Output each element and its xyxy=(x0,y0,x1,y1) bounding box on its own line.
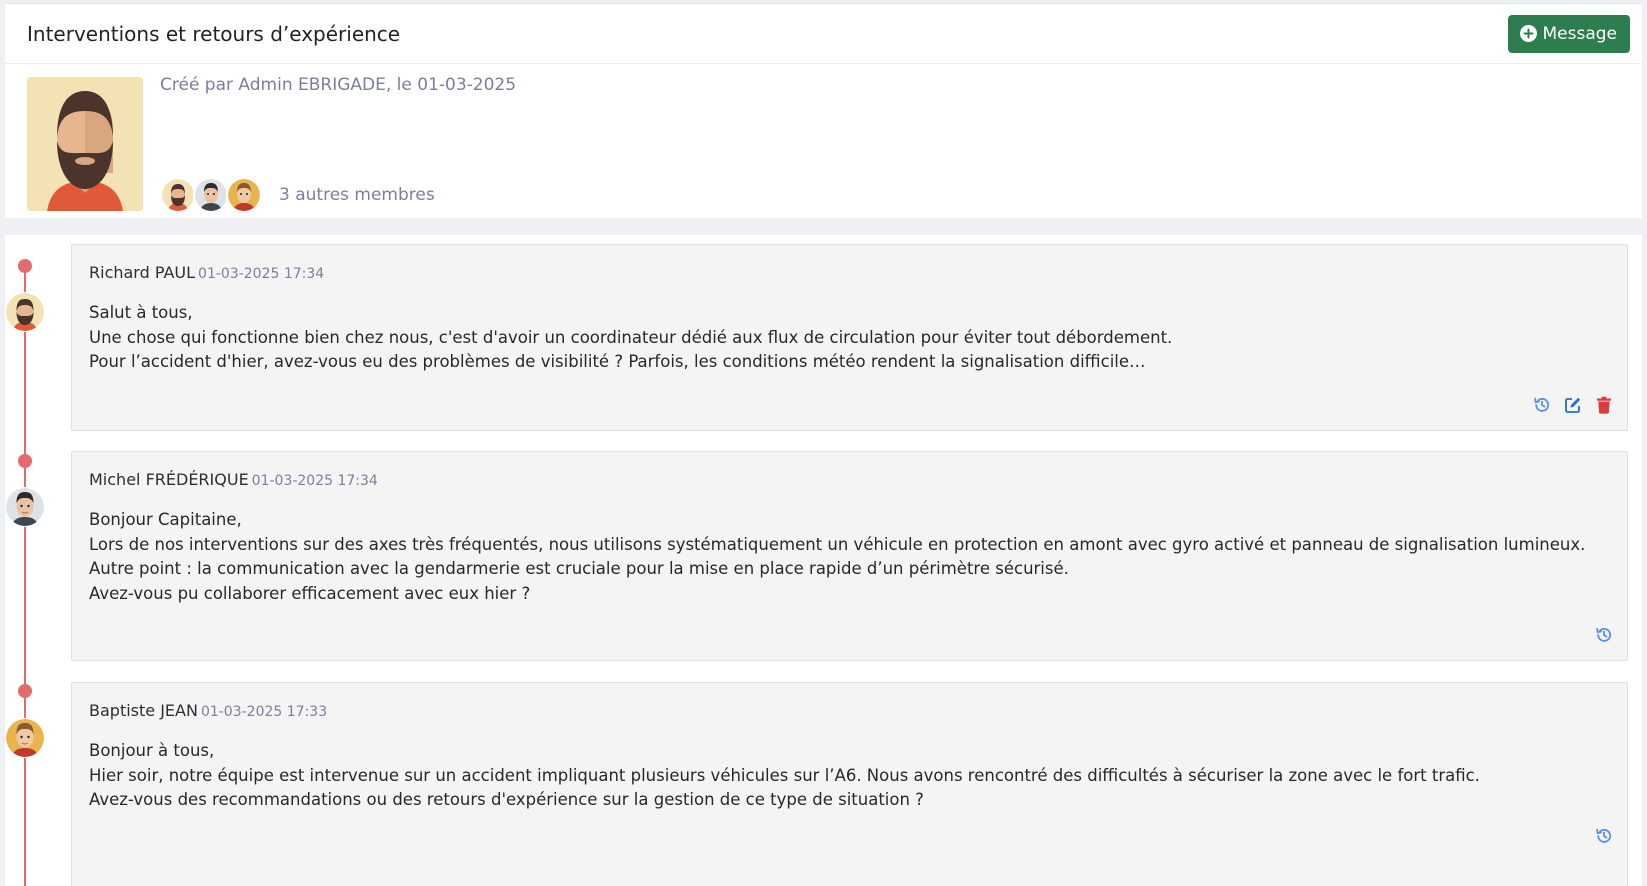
timeline-dot xyxy=(18,684,32,698)
member-avatar[interactable] xyxy=(160,177,196,213)
new-message-label: Message xyxy=(1542,23,1617,44)
message-card: Michel FRÉDÉRIQUE 01-03-2025 17:34 Bonjou… xyxy=(71,451,1628,661)
edit-icon[interactable] xyxy=(1563,395,1583,415)
creator-avatar xyxy=(27,77,143,211)
message-line: Hier soir, notre équipe est intervenue s… xyxy=(89,765,1480,785)
message-body: Bonjour Capitaine, Lors de nos intervent… xyxy=(89,508,1610,606)
author-avatar xyxy=(5,292,45,332)
trash-icon[interactable] xyxy=(1594,395,1614,415)
new-message-button[interactable]: Message xyxy=(1508,14,1630,53)
message-actions xyxy=(1594,826,1614,846)
message-date: 01-03-2025 17:33 xyxy=(200,704,328,720)
timeline-line xyxy=(24,265,26,886)
message-date: 01-03-2025 17:34 xyxy=(251,473,378,489)
message-date: 01-03-2025 17:34 xyxy=(198,266,325,282)
message-line: Pour l’accident d'hier, avez-vous eu des… xyxy=(89,352,1146,371)
message-line: Bonjour Capitaine, xyxy=(89,510,242,529)
history-icon[interactable] xyxy=(1594,826,1614,846)
discussion-header-card: Interventions et retours d’expérience Me… xyxy=(5,3,1642,218)
message-line: Autre point : la communication avec la g… xyxy=(89,559,1069,578)
message-header: Michel FRÉDÉRIQUE 01-03-2025 17:34 xyxy=(89,470,1610,489)
message-actions xyxy=(1532,395,1614,415)
timeline-dot xyxy=(18,259,32,273)
message-header: Richard PAUL 01-03-2025 17:34 xyxy=(89,263,1610,282)
message-line: Une chose qui fonctionne bien chez nous,… xyxy=(89,327,1173,347)
message-line: Avez-vous pu collaborer efficacement ave… xyxy=(89,583,531,603)
message-line: Bonjour à tous, xyxy=(89,741,215,760)
message-body: Salut à tous, Une chose qui fonctionne b… xyxy=(89,301,1610,375)
other-members-count[interactable]: 3 autres membres xyxy=(279,185,435,205)
message-feed: Richard PAUL 01-03-2025 17:34 Salut à tou… xyxy=(5,235,1642,886)
message-line: Avez-vous des recommandations ou des ret… xyxy=(89,790,924,809)
timeline-dot xyxy=(18,454,32,468)
plus-circle-icon xyxy=(1520,25,1538,42)
member-avatar[interactable] xyxy=(193,177,229,213)
member-avatar[interactable] xyxy=(226,177,262,213)
author-avatar xyxy=(5,718,45,758)
message-author: Richard PAUL xyxy=(89,263,196,282)
author-avatar xyxy=(5,487,45,527)
page-title: Interventions et retours d’expérience xyxy=(27,21,401,46)
history-icon[interactable] xyxy=(1594,625,1614,645)
message-card: Baptiste JEAN 01-03-2025 17:33 Bonjour à … xyxy=(71,682,1628,886)
message-line: Lors de nos interventions sur des axes t… xyxy=(89,534,1586,554)
members-list: 3 autres membres xyxy=(160,177,435,213)
message-card: Richard PAUL 01-03-2025 17:34 Salut à tou… xyxy=(71,244,1628,431)
discussion-info: Créé par Admin EBRIGADE, le 01-03-2025 3… xyxy=(5,64,1642,218)
message-author: Michel FRÉDÉRIQUE xyxy=(89,470,249,489)
message-body: Bonjour à tous, Hier soir, notre équipe … xyxy=(89,739,1610,813)
message-header: Baptiste JEAN 01-03-2025 17:33 xyxy=(89,701,1610,720)
message-line: Salut à tous, xyxy=(89,303,193,322)
message-actions xyxy=(1594,625,1614,645)
message-author: Baptiste JEAN xyxy=(89,701,198,720)
created-by-text: Créé par Admin EBRIGADE, le 01-03-2025 xyxy=(160,75,517,95)
card-header: Interventions et retours d’expérience Me… xyxy=(5,4,1642,64)
history-icon[interactable] xyxy=(1532,395,1552,415)
